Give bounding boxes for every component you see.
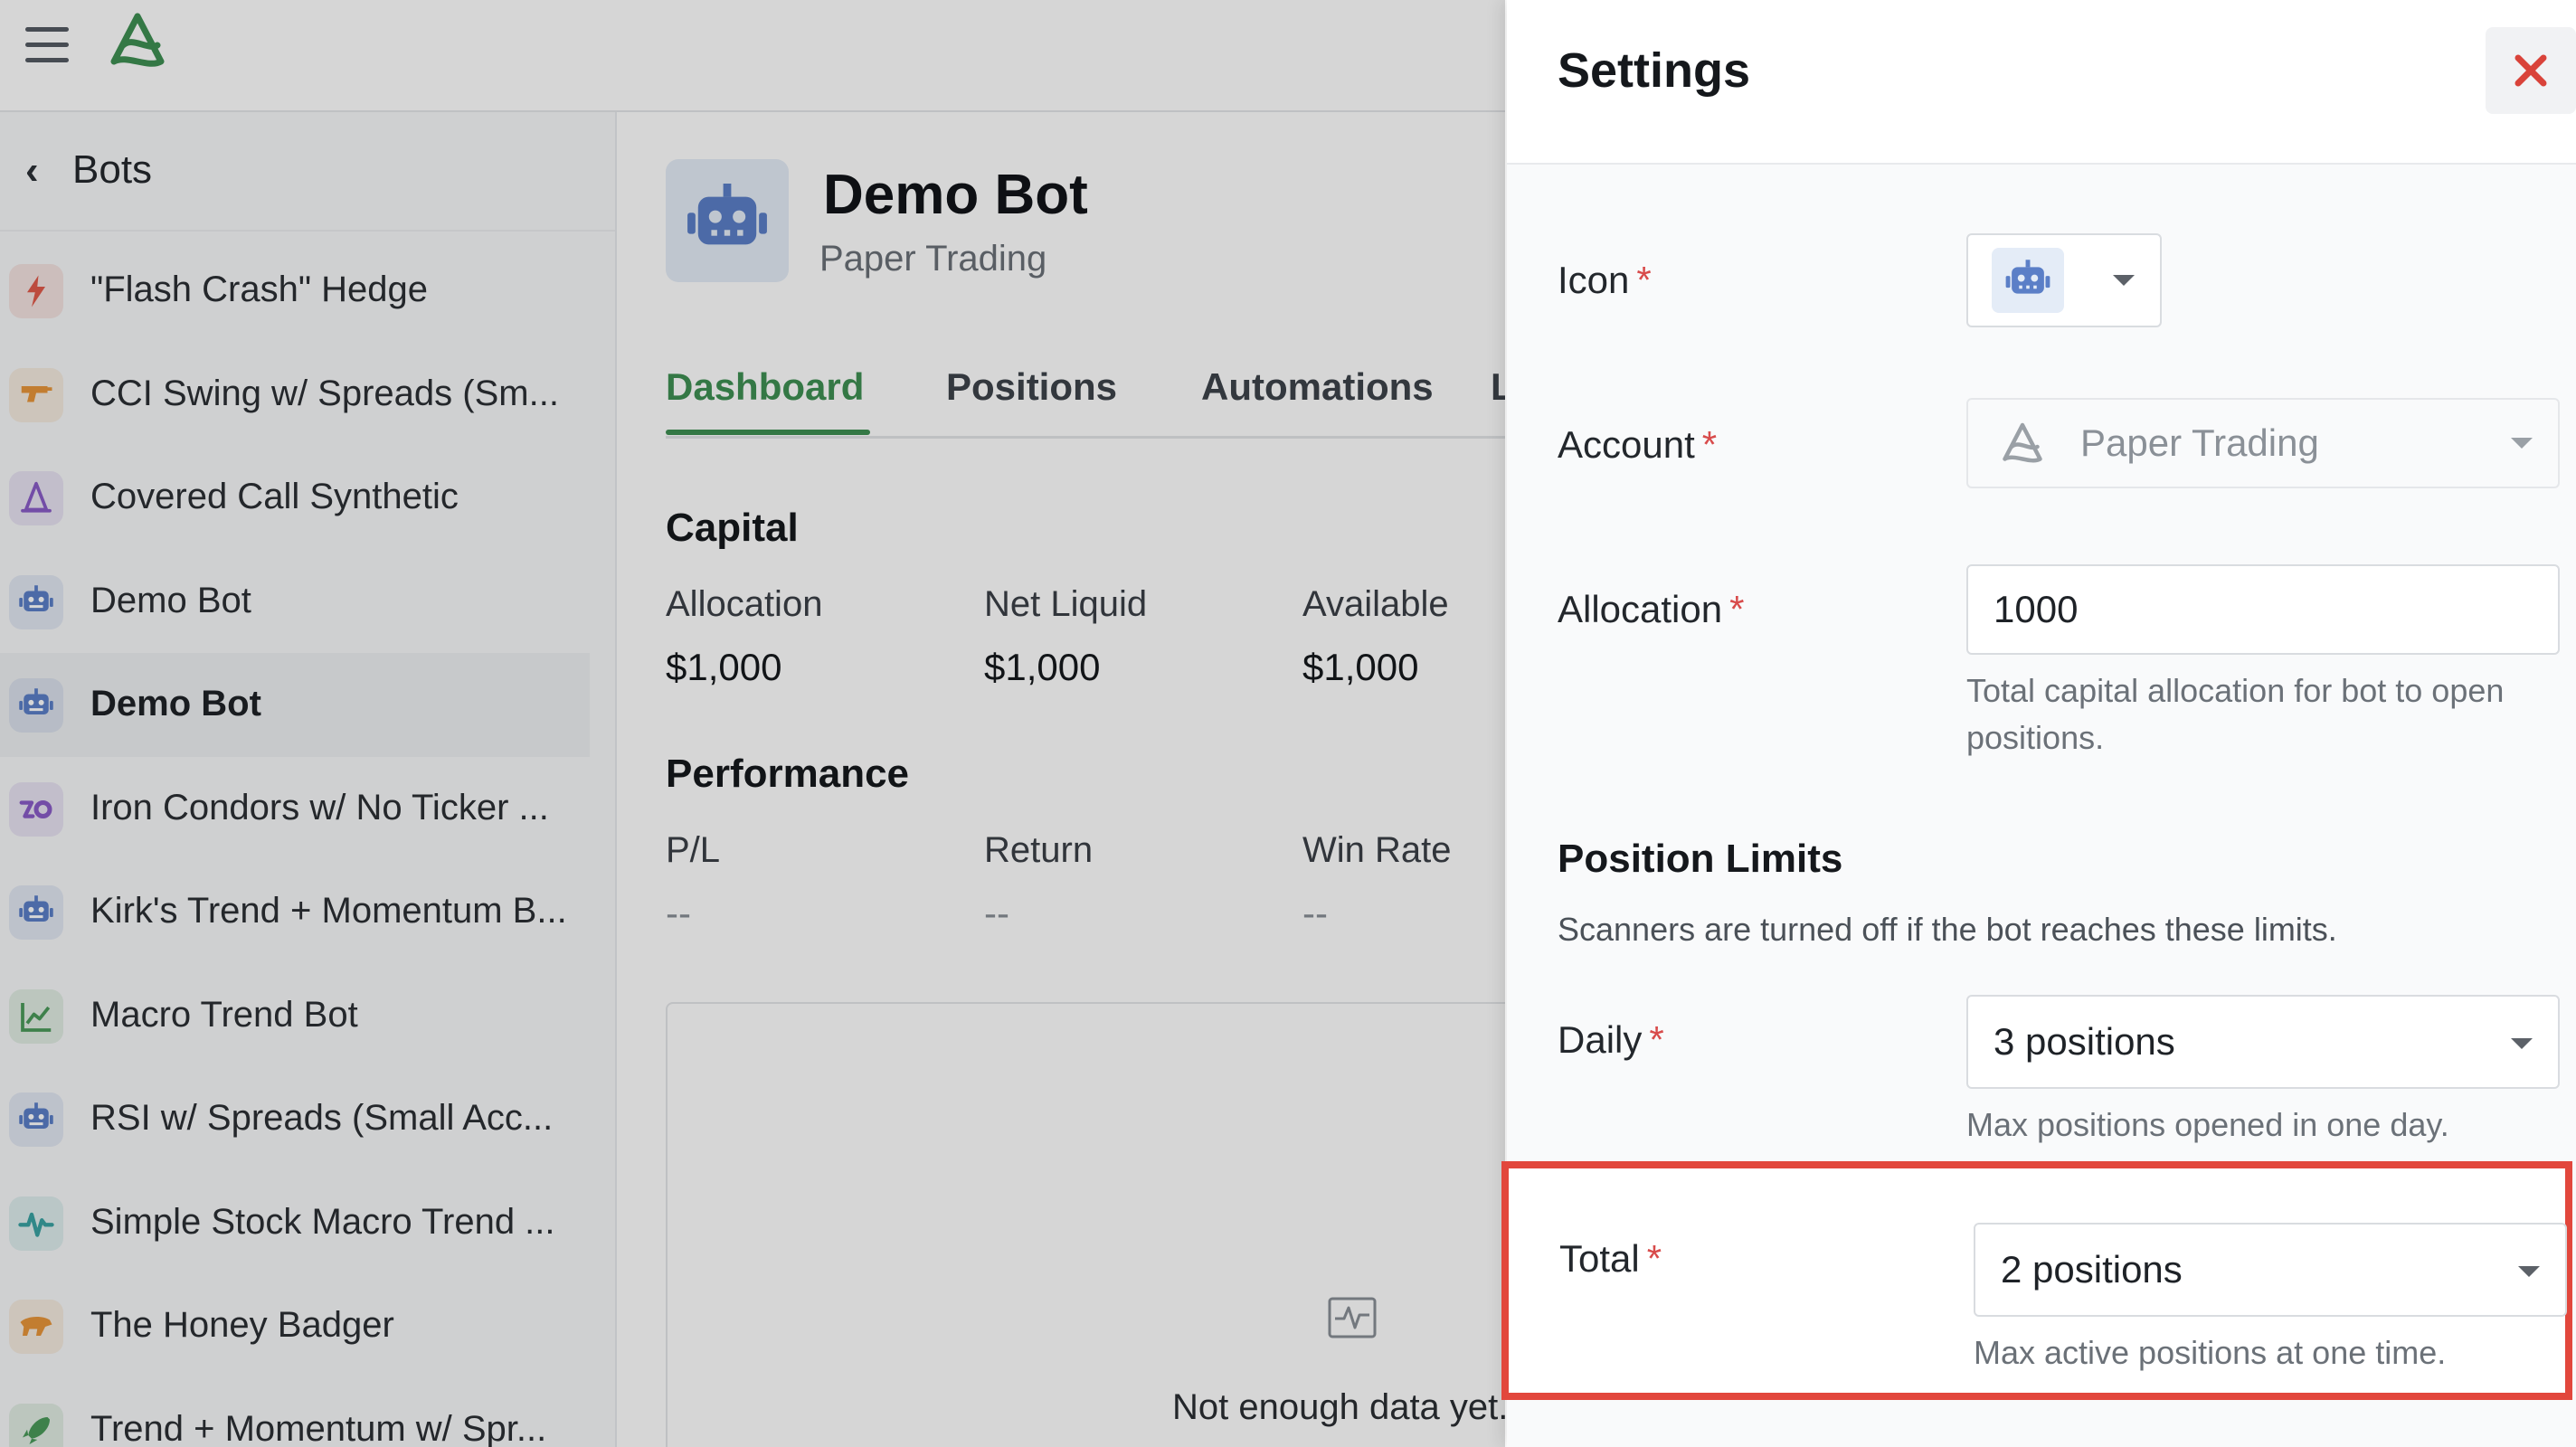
- icon-field-label: Icon *: [1558, 255, 1652, 306]
- account-logo-icon: [2003, 422, 2042, 463]
- daily-limit-value: 3 positions: [1994, 1020, 2175, 1063]
- account-field-label: Account *: [1558, 420, 1717, 470]
- modal-backdrop[interactable]: [0, 0, 1505, 1447]
- icon-label-text: Icon: [1558, 259, 1630, 301]
- total-label-text: Total: [1559, 1237, 1640, 1280]
- allocation-value: 1000: [1994, 588, 2079, 630]
- allocation-input[interactable]: 1000: [1966, 564, 2560, 655]
- settings-header: Settings: [1507, 0, 2576, 165]
- position-limits-title: Position Limits: [1558, 837, 1843, 881]
- required-asterisk: *: [1636, 259, 1652, 301]
- daily-label-text: Daily: [1558, 1018, 1643, 1061]
- settings-title: Settings: [1558, 43, 1751, 98]
- total-limit-select[interactable]: 2 positions: [1974, 1223, 2567, 1317]
- required-asterisk: *: [1646, 1237, 1662, 1280]
- account-select[interactable]: Paper Trading: [1966, 398, 2560, 488]
- selected-icon: [1992, 248, 2064, 313]
- chevron-down-icon: [2511, 438, 2533, 449]
- chevron-down-icon: [2113, 275, 2135, 286]
- close-icon: [2514, 54, 2547, 87]
- allocation-field-label: Allocation *: [1558, 584, 1744, 635]
- daily-help: Max positions opened in one day.: [1966, 1106, 2449, 1143]
- allocation-help: Total capital allocation for bot to open…: [1966, 672, 2505, 756]
- total-limit-value: 2 positions: [2001, 1248, 2183, 1291]
- close-button[interactable]: [2486, 27, 2576, 114]
- allocation-label-text: Allocation: [1558, 588, 1723, 630]
- total-help: Max active positions at one time.: [1974, 1334, 2447, 1371]
- required-asterisk: *: [1729, 588, 1745, 630]
- chevron-down-icon: [2511, 1038, 2533, 1049]
- robot-icon: [2005, 260, 2050, 294]
- required-asterisk: *: [1701, 423, 1718, 466]
- total-limit-highlight: Total * 2 positions Max active positions …: [1501, 1161, 2572, 1400]
- total-field-label: Total *: [1559, 1234, 1662, 1284]
- position-limits-description: Scanners are turned off if the bot reach…: [1558, 911, 2337, 948]
- account-value: Paper Trading: [2080, 421, 2319, 464]
- app-background: ‹ Bots "Flash Crash" Hedge CCI Swing w/ S…: [0, 0, 1505, 1447]
- chevron-down-icon: [2518, 1266, 2540, 1277]
- daily-field-label: Daily *: [1558, 1015, 1664, 1065]
- icon-picker[interactable]: [1966, 233, 2162, 327]
- required-asterisk: *: [1649, 1018, 1664, 1061]
- daily-limit-select[interactable]: 3 positions: [1966, 995, 2560, 1089]
- account-label-text: Account: [1558, 423, 1695, 466]
